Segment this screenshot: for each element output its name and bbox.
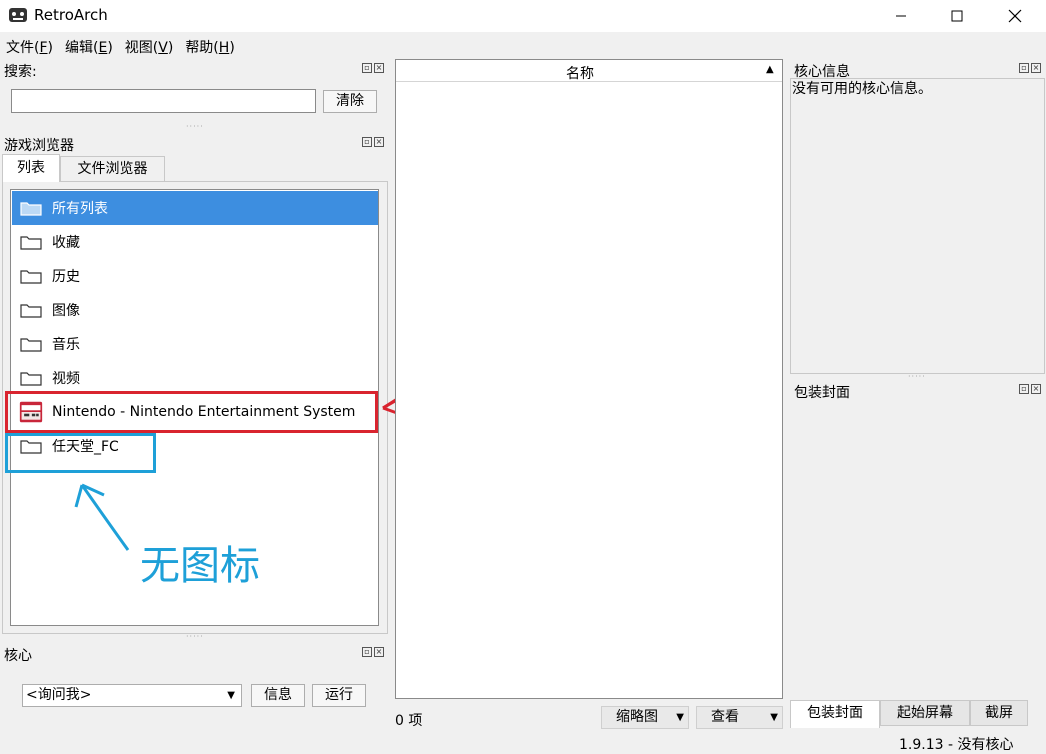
retroarch-logo-icon: [8, 6, 28, 24]
status-bar: 1.9.13 - 没有核心: [899, 737, 1014, 753]
browser-dock-controls: ▫ ×: [362, 137, 384, 147]
menu-edit[interactable]: 编辑(E): [59, 35, 119, 57]
game-list-pane[interactable]: [395, 59, 783, 699]
splitter-handle[interactable]: ·····: [186, 632, 204, 641]
cover-tabs: 包装封面 起始屏幕 截屏: [790, 700, 1028, 728]
splitter-handle[interactable]: ·····: [908, 372, 926, 381]
playlist-item-label: 历史: [52, 269, 80, 285]
sort-ascending-icon: ▲: [766, 64, 774, 75]
maximize-icon: [951, 10, 963, 22]
view-label: 查看: [711, 709, 739, 725]
core-info-panel: [790, 78, 1045, 374]
folder-icon: [19, 369, 43, 387]
menu-bar: 文件(F) 编辑(E) 视图(V) 帮助(H): [0, 35, 241, 57]
folder-icon: [19, 301, 43, 319]
core-info-text: 没有可用的核心信息。: [792, 81, 932, 97]
close-icon[interactable]: ×: [1031, 384, 1041, 394]
menu-file[interactable]: 文件(F): [0, 35, 59, 57]
tab-list[interactable]: 列表: [2, 154, 60, 182]
playlist-item-label: 视频: [52, 371, 80, 387]
close-icon[interactable]: ×: [1031, 63, 1041, 73]
minimize-icon: [896, 15, 906, 17]
cover-dock-title: 包装封面: [794, 385, 850, 401]
core-select[interactable]: <询问我> ▼: [22, 684, 242, 707]
thumbnail-label: 缩略图: [616, 709, 658, 725]
search-input[interactable]: [11, 89, 316, 113]
close-icon[interactable]: ×: [374, 647, 384, 657]
playlist-item-label: 所有列表: [52, 201, 108, 217]
folder-icon: [19, 199, 43, 217]
close-icon: [1008, 9, 1022, 23]
close-icon[interactable]: ×: [374, 63, 384, 73]
menu-help[interactable]: 帮助(H): [179, 35, 240, 57]
playlist-item-video[interactable]: 视频: [12, 361, 378, 395]
info-button[interactable]: 信息: [251, 684, 305, 707]
folder-icon: [19, 335, 43, 353]
core-select-value: <询问我>: [26, 687, 92, 703]
annotation-without-icon-label: 无图标: [140, 543, 260, 589]
item-count: 0 项: [395, 713, 423, 729]
maximize-button[interactable]: [934, 0, 980, 32]
thumbnail-dropdown[interactable]: 缩略图 ▼: [601, 706, 689, 729]
search-dock-title: 搜索:: [4, 64, 37, 80]
core-info-dock-controls: ▫ ×: [1019, 63, 1041, 73]
column-name-label: 名称: [566, 66, 594, 82]
chevron-down-icon: ▼: [770, 712, 778, 723]
run-button[interactable]: 运行: [312, 684, 366, 707]
playlist-item-favorites[interactable]: 收藏: [12, 225, 378, 259]
tab-boxart[interactable]: 包装封面: [790, 700, 880, 728]
float-icon[interactable]: ▫: [1019, 384, 1029, 394]
core-dock-title: 核心: [4, 648, 32, 664]
splitter-handle[interactable]: ·····: [186, 122, 204, 131]
window-title: RetroArch: [34, 6, 108, 24]
tab-file-browser[interactable]: 文件浏览器: [60, 156, 165, 182]
float-icon[interactable]: ▫: [362, 63, 372, 73]
tab-title-screen[interactable]: 起始屏幕: [880, 700, 970, 726]
clear-button[interactable]: 清除: [323, 90, 377, 113]
playlist-item-label: 音乐: [52, 337, 80, 353]
playlist-item-images[interactable]: 图像: [12, 293, 378, 327]
folder-icon: [19, 267, 43, 285]
browser-dock-title: 游戏浏览器: [4, 138, 74, 154]
playlist-item-music[interactable]: 音乐: [12, 327, 378, 361]
blue-arrow-icon: [74, 483, 130, 551]
annotation-box-without-icon: [5, 433, 156, 473]
chevron-down-icon: ▼: [227, 690, 235, 701]
playlist-item-history[interactable]: 历史: [12, 259, 378, 293]
close-icon[interactable]: ×: [374, 137, 384, 147]
view-dropdown[interactable]: 查看 ▼: [696, 706, 783, 729]
playlist-item-label: 收藏: [52, 235, 80, 251]
search-dock-controls: ▫ ×: [362, 63, 384, 73]
playlist-item-label: 图像: [52, 303, 80, 319]
float-icon[interactable]: ▫: [1019, 63, 1029, 73]
float-icon[interactable]: ▫: [362, 647, 372, 657]
float-icon[interactable]: ▫: [362, 137, 372, 147]
cover-dock-controls: ▫ ×: [1019, 384, 1041, 394]
annotation-box-with-icon: [5, 391, 378, 433]
minimize-button[interactable]: [878, 0, 924, 32]
menu-view[interactable]: 视图(V): [119, 35, 180, 57]
close-button[interactable]: [992, 0, 1038, 32]
folder-icon: [19, 233, 43, 251]
core-dock-controls: ▫ ×: [362, 647, 384, 657]
chevron-down-icon: ▼: [676, 712, 684, 723]
tab-screenshot[interactable]: 截屏: [970, 700, 1028, 726]
playlist-item-all[interactable]: 所有列表: [12, 191, 378, 225]
